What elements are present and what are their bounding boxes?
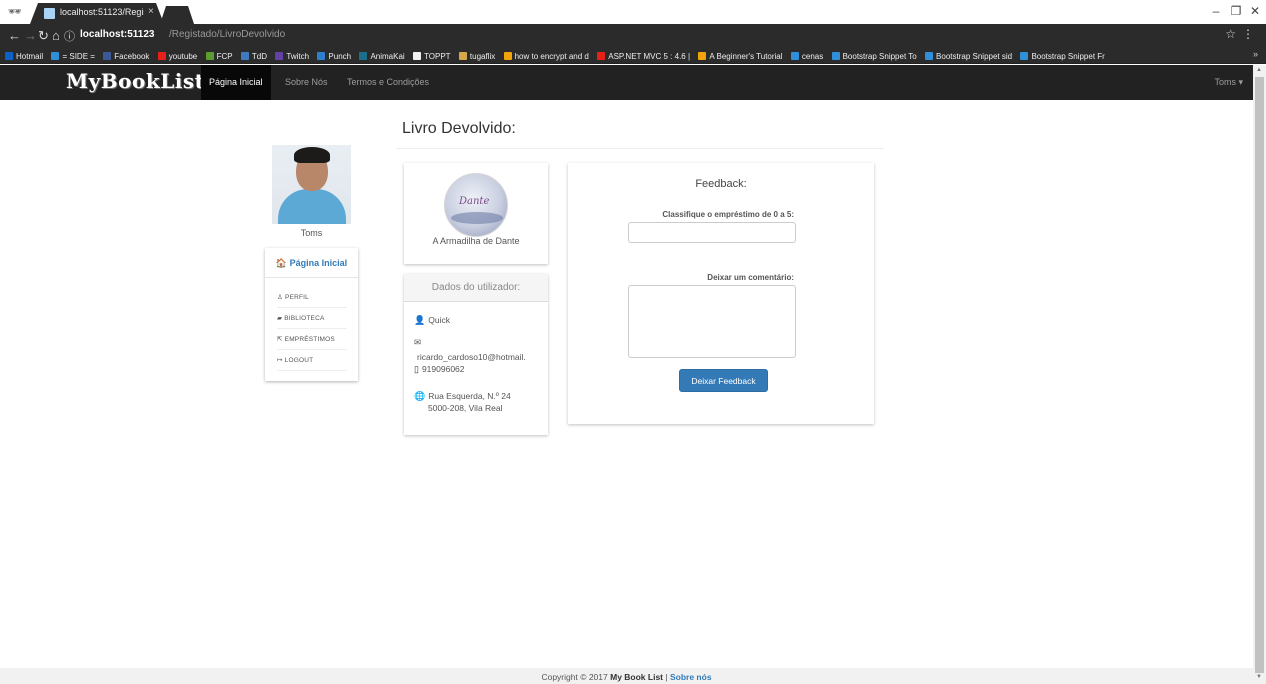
side-menu: 🏠 Página Inicial ♙ PERFIL ▰ BIBLIOTECA ⇱… <box>265 248 358 381</box>
nav-link-about[interactable]: Sobre Nós <box>277 65 336 100</box>
bookmark-star-icon[interactable]: ☆ <box>1225 27 1236 41</box>
minimize-icon[interactable]: – <box>1206 4 1226 18</box>
bookmark-item[interactable]: = SIDE = <box>51 49 95 63</box>
footer-about-link[interactable]: Sobre nós <box>670 672 712 682</box>
bookmark-item[interactable]: FCP <box>205 49 233 63</box>
footer-copyright: Copyright © 2017 <box>541 672 608 682</box>
user-address-row: 🌐 Rua Esquerda, N.º 24 <box>414 391 511 402</box>
incognito-icon: 🕶 <box>8 6 22 18</box>
bookmark-item[interactable]: Bootstrap Snippet sid <box>925 49 1012 63</box>
bookmark-item[interactable]: cenas <box>790 49 823 63</box>
footer-separator: | <box>665 672 668 682</box>
site-info-icon[interactable]: ⓘ <box>64 28 75 44</box>
footer-brand: My Book List <box>610 672 664 682</box>
bookmarks-overflow-icon[interactable]: » <box>1253 49 1258 59</box>
browser-tabstrip: 🕶 localhost:51123/Registad × – ❐ ✕ <box>0 0 1266 24</box>
nav-link-terms[interactable]: Termos e Condições <box>339 65 437 100</box>
page-scrollbar[interactable]: ▲ ▼ <box>1253 65 1266 684</box>
user-phone: 919096062 <box>421 364 465 374</box>
book-cover-image: Dante <box>444 173 508 237</box>
bookmark-item[interactable]: Bootstrap Snippet To <box>831 49 917 63</box>
bookmark-item[interactable]: AnimaKai <box>359 49 405 63</box>
avatar <box>272 145 351 224</box>
book-title: A Armadilha de Dante <box>432 236 520 246</box>
user-dropdown[interactable]: Toms ▾ <box>1214 65 1243 100</box>
user-username: Quick <box>428 315 450 325</box>
side-menu-item-biblioteca[interactable]: ▰ BIBLIOTECA <box>277 308 347 329</box>
home-icon[interactable]: ⌂ <box>52 28 60 43</box>
bookmark-item[interactable]: youtube <box>157 49 197 63</box>
url-host: localhost:51123 <box>80 29 155 40</box>
bookmark-item[interactable]: Hotmail <box>5 49 43 63</box>
scroll-down-icon[interactable]: ▼ <box>1256 674 1262 680</box>
user-email: ricardo_cardoso10@hotmail. <box>417 352 526 362</box>
bookmark-item[interactable]: Twitch <box>275 49 309 63</box>
close-window-icon[interactable]: ✕ <box>1245 4 1265 18</box>
browser-menu-icon[interactable]: ⋮ <box>1242 27 1254 41</box>
side-menu-home[interactable]: 🏠 Página Inicial <box>265 248 358 278</box>
book-cover-text: Dante <box>459 196 490 207</box>
submit-feedback-button[interactable]: Deixar Feedback <box>679 369 768 392</box>
nav-link-home[interactable]: Página Inicial <box>201 65 271 100</box>
user-address-line2: 5000-208, Vila Real <box>428 403 503 413</box>
url-path: /Registado/LivroDevolvido <box>169 29 286 40</box>
bookmark-item[interactable]: tugaflix <box>458 49 495 63</box>
tab-favicon-icon <box>44 8 55 19</box>
brand-logo[interactable]: MyBookList <box>66 69 204 93</box>
browser-tab[interactable]: localhost:51123/Registad × <box>30 3 164 24</box>
envelope-icon: ✉ <box>414 337 422 347</box>
new-tab-button[interactable] <box>160 6 194 24</box>
user-phone-row: ▯ 919096062 <box>414 364 465 375</box>
bookmark-item[interactable]: TOPPT <box>413 49 451 63</box>
reload-icon[interactable]: ↻ <box>38 28 49 44</box>
bookmark-item[interactable]: Punch <box>317 49 351 63</box>
user-icon: 👤 <box>414 315 426 325</box>
address-bar[interactable]: ⓘ localhost:51123 /Registado/LivroDevolv… <box>64 27 1214 45</box>
side-menu-item-perfil[interactable]: ♙ PERFIL <box>277 287 347 308</box>
bookmark-item[interactable]: A Beginner's Tutorial <box>698 49 783 63</box>
feedback-title: Feedback: <box>695 178 747 190</box>
comment-label: Deixar um comentário: <box>707 273 794 282</box>
bookmark-item[interactable]: how to encrypt and d <box>503 49 589 63</box>
user-data-card: Dados do utilizador: 👤 Quick ✉ ricardo_ca… <box>404 274 548 435</box>
comment-textarea[interactable] <box>628 285 796 358</box>
back-icon[interactable]: ← <box>8 28 21 43</box>
bookmark-item[interactable]: Facebook <box>103 49 149 63</box>
restore-icon[interactable]: ❐ <box>1226 4 1246 18</box>
forward-icon[interactable]: → <box>24 28 37 43</box>
rating-label: Classifique o empréstimo de 0 a 5: <box>662 210 794 219</box>
profile-name: Toms <box>300 228 323 238</box>
feedback-card: Feedback: Classifique o empréstimo de 0 … <box>568 163 874 424</box>
bookmark-item[interactable]: ASP.NET MVC 5 : 4.6 | <box>597 49 690 63</box>
side-menu-item-logout[interactable]: ↦ LOGOUT <box>277 350 347 371</box>
bookmark-item[interactable]: TdD <box>240 49 267 63</box>
title-divider <box>396 148 884 149</box>
tab-title: localhost:51123/Registad <box>60 7 144 17</box>
book-card: Dante A Armadilha de Dante <box>404 163 548 264</box>
site-navbar: MyBookList Página Inicial Sobre Nós Term… <box>0 65 1253 100</box>
bookmarks-bar: Hotmail = SIDE = Facebook youtube FCP Td… <box>0 48 1266 64</box>
user-data-header: Dados do utilizador: <box>404 274 548 302</box>
user-address-line1: Rua Esquerda, N.º 24 <box>428 391 511 401</box>
browser-toolbar: ← → ↻ ⌂ ⓘ localhost:51123 /Registado/Liv… <box>0 24 1266 48</box>
page-footer: Copyright © 2017 My Book List | Sobre nó… <box>0 668 1253 684</box>
bookmark-item[interactable]: Bootstrap Snippet Fr <box>1020 49 1105 63</box>
globe-icon: 🌐 <box>414 391 426 401</box>
page-title: Livro Devolvido: <box>402 120 516 137</box>
phone-icon: ▯ <box>414 364 419 374</box>
user-username-row: 👤 Quick <box>414 315 450 326</box>
side-menu-item-emprestimos[interactable]: ⇱ EMPRÉSTIMOS <box>277 329 347 350</box>
rating-input[interactable] <box>628 222 796 243</box>
tab-close-icon[interactable]: × <box>148 6 154 17</box>
scrollbar-thumb[interactable] <box>1255 77 1264 673</box>
scroll-up-icon[interactable]: ▲ <box>1256 67 1262 73</box>
